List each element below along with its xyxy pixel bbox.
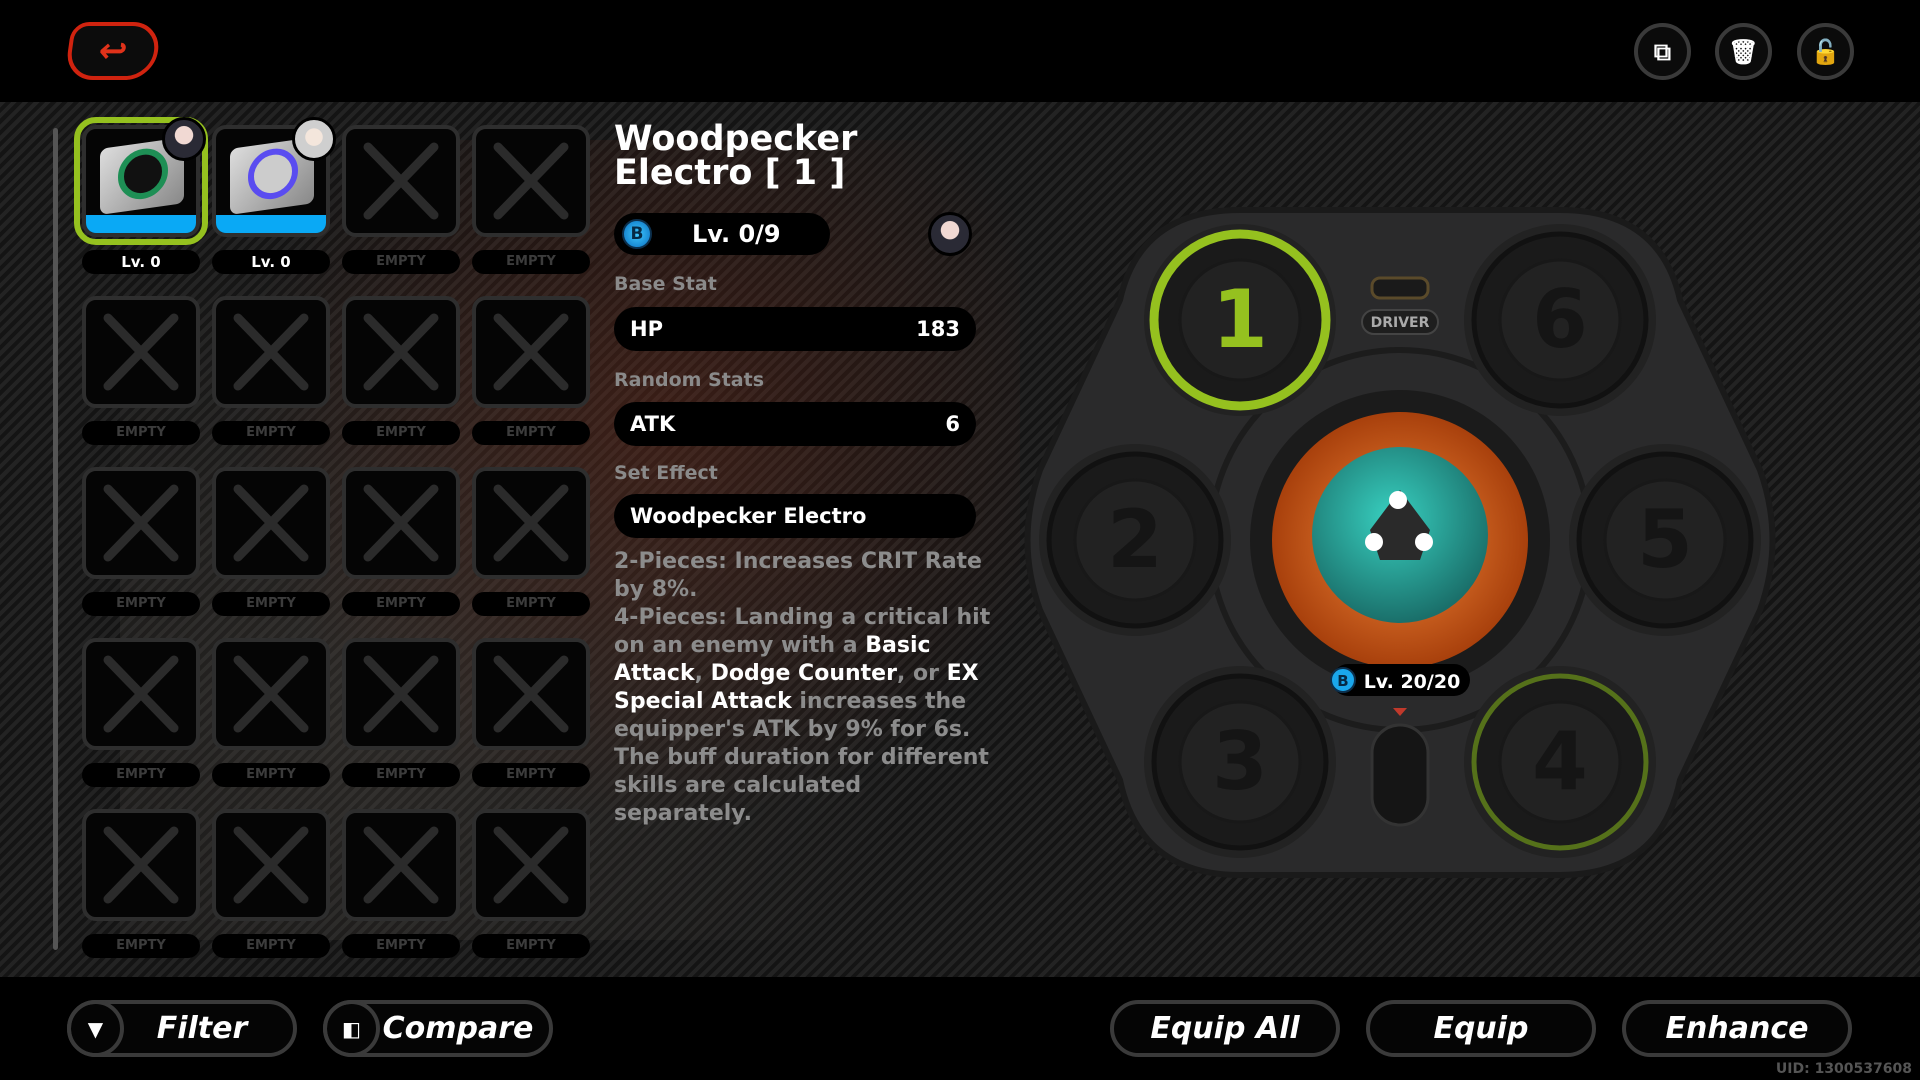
slot-number: 3 <box>1212 715 1268 808</box>
driver-slot-1[interactable]: 1 <box>1144 224 1336 416</box>
filter-button[interactable]: ▼ Filter <box>67 1000 297 1057</box>
driver-slot-4[interactable]: 4 <box>1464 666 1656 858</box>
driver-slot-5[interactable]: 5 <box>1569 444 1761 636</box>
driver-slot <box>1370 276 1430 300</box>
slot-number: 4 <box>1532 715 1588 808</box>
board-switch <box>1370 723 1430 827</box>
w-engine-level: Lv. 20/20 <box>1364 671 1461 693</box>
driver-label: DRIVER <box>1371 315 1430 331</box>
slot-number: 5 <box>1637 493 1693 586</box>
button-label: Compare <box>382 1011 534 1046</box>
equip-all-button[interactable]: Equip All <box>1110 1000 1340 1057</box>
driver-slot-3[interactable]: 3 <box>1144 666 1336 858</box>
button-label: Enhance <box>1665 1011 1809 1046</box>
compare-icon: ◧ <box>323 1000 380 1057</box>
driver-board: 1 2 3 4 5 6 DRIVER B Lv. 20/20 <box>1024 207 1776 878</box>
slot-number: 1 <box>1212 273 1268 366</box>
driver-slot-2[interactable]: 2 <box>1039 444 1231 636</box>
button-label: Equip <box>1433 1011 1529 1046</box>
w-engine-rank: B <box>1337 672 1348 690</box>
compare-button[interactable]: ◧ Compare <box>323 1000 553 1057</box>
driver-slot-6[interactable]: 6 <box>1464 224 1656 416</box>
user-id: UID: 1300537608 <box>1775 1061 1912 1077</box>
equip-button[interactable]: Equip <box>1366 1000 1596 1057</box>
enhance-button[interactable]: Enhance <box>1622 1000 1852 1057</box>
slot-number: 6 <box>1532 273 1588 366</box>
button-label: Filter <box>156 1011 248 1046</box>
filter-funnel-icon: ▼ <box>67 1000 124 1057</box>
slot-number: 2 <box>1107 493 1163 586</box>
button-label: Equip All <box>1150 1011 1300 1046</box>
